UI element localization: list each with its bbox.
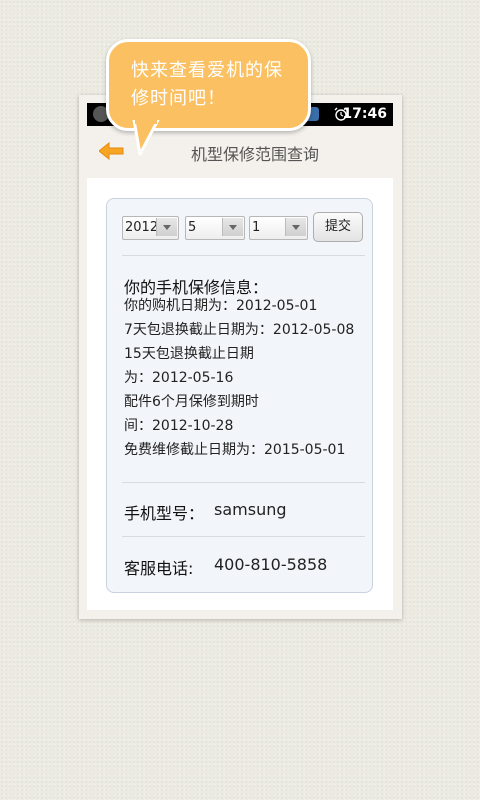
warranty-line: 间：2012-10-28 xyxy=(124,418,234,434)
main-content: 2012 5 1 提交 你的手机保修信息： 你的购机日期为：2012-05-01… xyxy=(87,178,393,610)
day-value: 1 xyxy=(252,220,261,235)
bubble-text: 快来查看爱机的保 修时间吧！ xyxy=(131,57,309,113)
chevron-down-icon xyxy=(285,218,306,236)
warranty-line: 免费维修截止日期为：2015-05-01 xyxy=(124,442,346,458)
warranty-line: 为：2012-05-16 xyxy=(124,370,234,386)
phone-frame: 17:46 机型保修范围查询 2012 5 1 提交 你的手机保修信息： 你的购… xyxy=(79,95,402,619)
divider xyxy=(122,255,365,256)
month-select[interactable]: 5 xyxy=(185,216,245,240)
bubble-line: 快来查看爱机的保 xyxy=(131,60,283,81)
model-value: samsung xyxy=(214,500,287,519)
date-controls: 2012 5 1 提交 xyxy=(122,212,367,242)
divider xyxy=(122,536,365,537)
warranty-card: 2012 5 1 提交 你的手机保修信息： 你的购机日期为：2012-05-01… xyxy=(106,198,373,593)
bubble-tail-icon xyxy=(132,120,160,156)
speech-bubble: 快来查看爱机的保 修时间吧！ xyxy=(106,39,311,131)
year-select[interactable]: 2012 xyxy=(122,216,179,240)
month-value: 5 xyxy=(188,220,197,235)
bubble-line: 修时间吧！ xyxy=(131,88,226,109)
service-phone-label: 客服电话: xyxy=(124,559,194,578)
chevron-down-icon xyxy=(222,218,243,236)
chevron-down-icon xyxy=(156,218,177,236)
day-select[interactable]: 1 xyxy=(249,216,308,240)
warranty-info-lines: 你的购机日期为：2012-05-01 7天包退换截止日期为：2012-05-08… xyxy=(124,294,364,462)
divider xyxy=(122,482,365,483)
warranty-line: 15天包退换截止日期 xyxy=(124,346,254,362)
year-value: 2012 xyxy=(125,220,159,235)
warranty-line: 7天包退换截止日期为：2012-05-08 xyxy=(124,322,355,338)
warranty-line: 配件6个月保修到期时 xyxy=(124,394,259,410)
submit-button[interactable]: 提交 xyxy=(313,212,363,242)
warranty-line: 你的购机日期为：2012-05-01 xyxy=(124,298,318,314)
status-time: 17:46 xyxy=(342,106,387,122)
service-phone-value[interactable]: 400-810-5858 xyxy=(214,555,327,574)
model-label: 手机型号： xyxy=(124,504,205,523)
